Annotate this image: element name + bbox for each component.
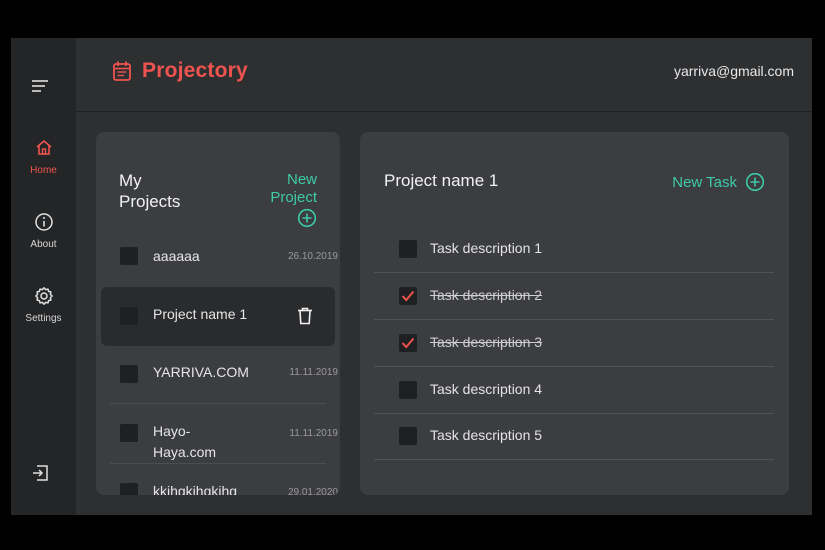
logout-button[interactable] (30, 463, 50, 488)
home-icon (35, 140, 52, 155)
project-date: 11.11.2019 (289, 367, 338, 378)
new-project-label: New Project (270, 171, 317, 206)
delete-project-button[interactable] (297, 307, 313, 330)
main-area: Projectory yarriva@gmail.com My Projects… (76, 38, 812, 515)
projects-panel: My Projects New Project aaaaaa 26.10.201… (96, 132, 340, 495)
project-checkbox[interactable] (120, 247, 138, 265)
project-name: YARRIVA.COM (153, 364, 249, 380)
sidebar-item-settings[interactable]: Settings (11, 286, 76, 324)
task-description: Task description 1 (430, 240, 543, 256)
new-task-label: New Task (672, 173, 737, 191)
logout-icon (33, 465, 48, 481)
menu-toggle-button[interactable] (30, 78, 50, 99)
menu-icon (32, 80, 48, 92)
tasks-panel: Project name 1 New Task Task description… (360, 132, 789, 495)
divider (110, 403, 326, 404)
project-date: 26.10.2019 (287, 251, 338, 262)
sidebar-item-label: Settings (25, 313, 62, 324)
project-item[interactable]: aaaaaa 26.10.2019 (101, 236, 338, 276)
app-window: Home About Settings Projectory yarriva@g… (11, 38, 812, 515)
task-description: Task description 4 (430, 381, 543, 397)
task-description: Task description 3 (430, 334, 543, 350)
task-checkbox[interactable] (399, 240, 417, 258)
sidebar: Home About Settings (11, 38, 76, 515)
projects-title: My Projects (119, 171, 181, 211)
task-item[interactable]: Task description 3 (374, 320, 774, 367)
task-description: Task description 2 (430, 287, 543, 303)
sidebar-item-about[interactable]: About (11, 212, 76, 250)
sidebar-item-home[interactable]: Home (11, 138, 76, 176)
project-name: aaaaaa (153, 248, 200, 264)
calendar-icon (113, 61, 131, 81)
task-checkbox[interactable] (399, 381, 417, 399)
task-item[interactable]: Task description 4 (374, 367, 774, 414)
user-email[interactable]: yarriva@gmail.com (674, 63, 794, 79)
project-checkbox[interactable] (120, 307, 138, 325)
project-item-selected[interactable]: Project name 1 (101, 287, 335, 346)
task-item[interactable]: Task description 1 (374, 226, 774, 273)
project-checkbox[interactable] (120, 365, 138, 383)
task-description: Task description 5 (430, 427, 543, 443)
task-item[interactable]: Task description 2 (374, 273, 774, 320)
divider (110, 463, 326, 464)
project-name: Hayo-Haya.com (153, 423, 217, 460)
task-checkbox[interactable] (399, 287, 417, 305)
project-date: 29.01.2020 (287, 487, 338, 495)
plus-circle-icon (297, 208, 317, 228)
info-icon (34, 213, 53, 231)
task-checkbox[interactable] (399, 334, 417, 352)
sidebar-item-label: Home (30, 165, 57, 176)
project-item[interactable]: Hayo-Haya.com 11.11.2019 (101, 417, 338, 463)
project-name: Project name 1 (153, 306, 248, 322)
task-checkbox[interactable] (399, 427, 417, 445)
brand: Projectory (112, 59, 248, 83)
project-checkbox[interactable] (120, 483, 138, 495)
app-title: Projectory (142, 59, 248, 82)
project-item[interactable]: kkihgkihgkihg 29.01.2020 (101, 480, 338, 495)
trash-icon (298, 307, 312, 325)
checkmark-icon (401, 337, 415, 349)
task-item[interactable]: Task description 5 (374, 413, 774, 460)
project-item[interactable]: YARRIVA.COM 11.11.2019 (101, 357, 338, 401)
gear-icon (34, 287, 53, 305)
plus-circle-icon (745, 172, 765, 192)
project-date: 11.11.2019 (289, 428, 338, 439)
project-checkbox[interactable] (120, 424, 138, 442)
project-name: kkihgkihgkihg (153, 483, 238, 495)
tasks-title: Project name 1 (384, 171, 499, 190)
new-task-button[interactable]: New Task (672, 172, 765, 192)
sidebar-item-label: About (30, 239, 57, 250)
checkmark-icon (401, 290, 415, 302)
app-header: Projectory yarriva@gmail.com (76, 38, 812, 112)
new-project-button[interactable]: New Project (237, 171, 317, 233)
